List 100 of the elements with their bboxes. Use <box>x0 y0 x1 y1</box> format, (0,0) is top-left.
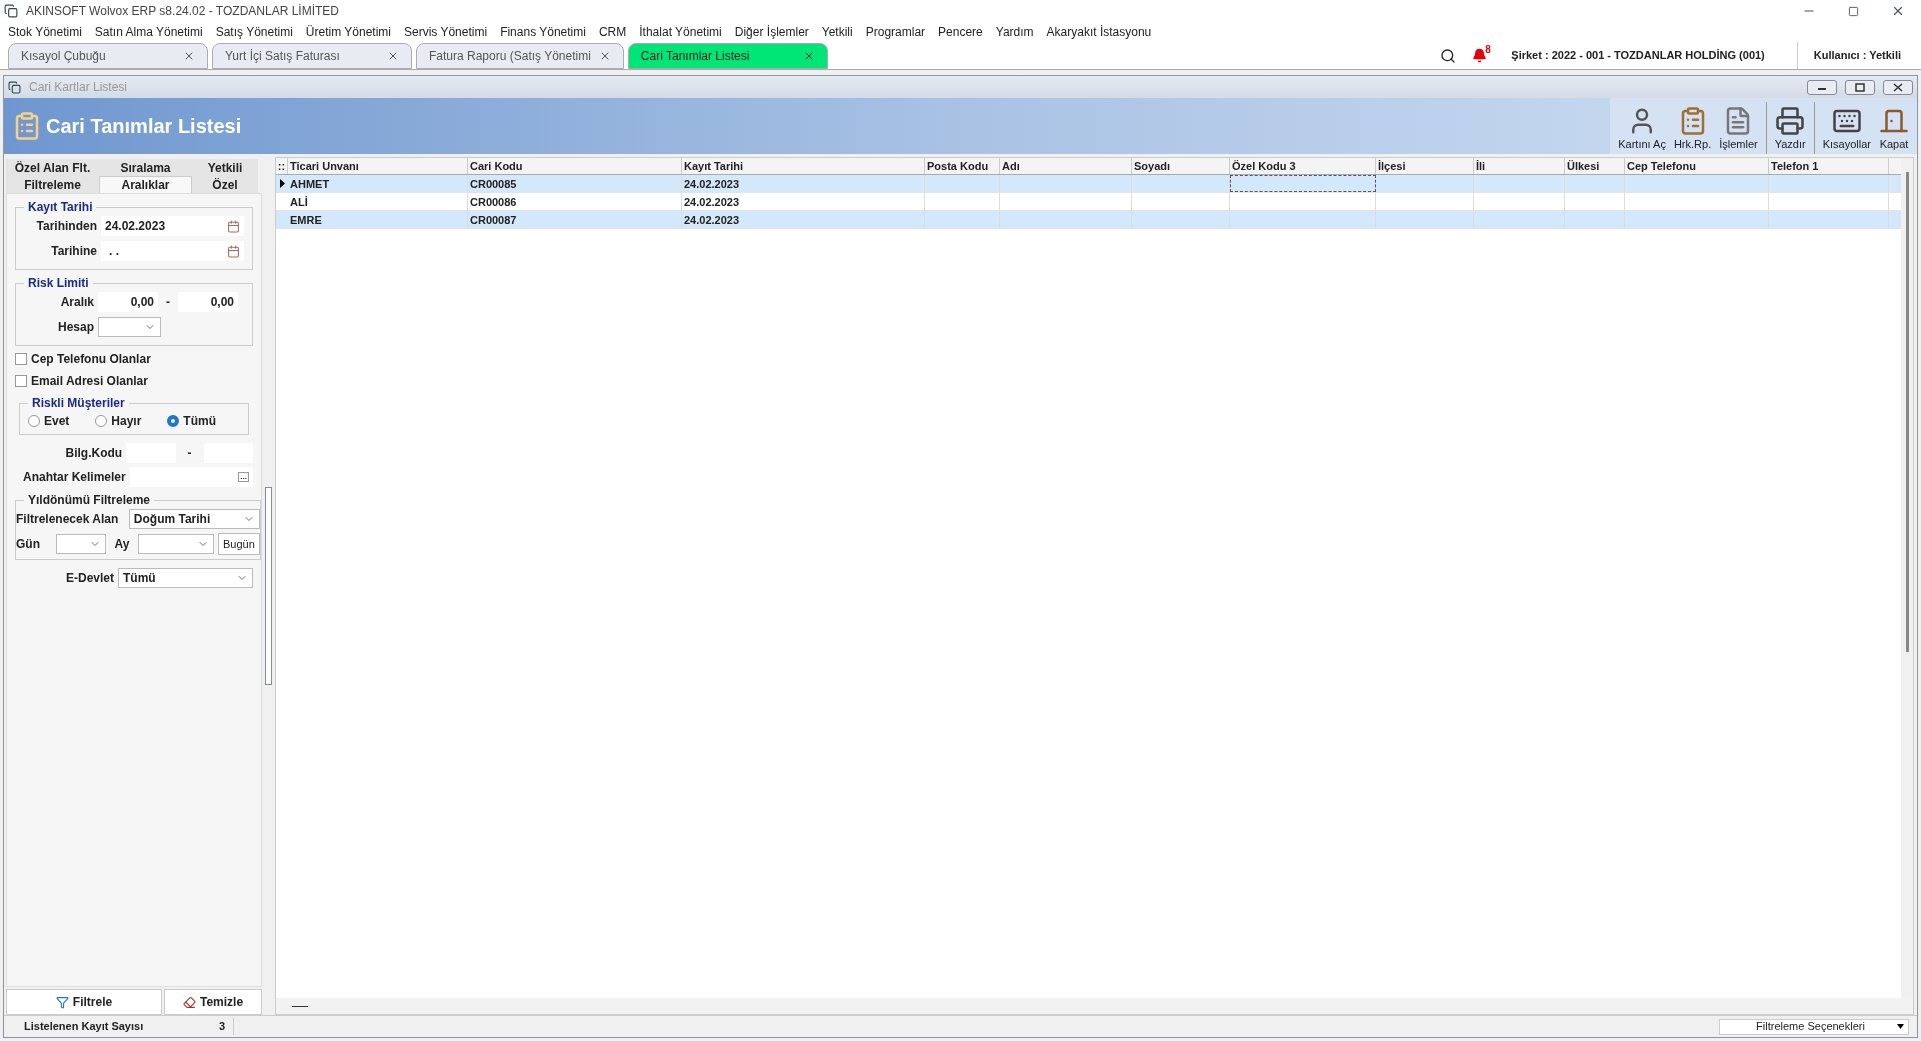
eraser-icon <box>182 995 196 1009</box>
company-label: Şirket : 2022 - 001 - TOZDANLAR HOLDİNG (001) <box>1511 42 1798 69</box>
field-label: Gün <box>16 536 41 553</box>
toolbar-button[interactable]: İşlemler <box>1715 102 1762 154</box>
menu-item[interactable]: Yardım <box>995 23 1034 41</box>
close-tab-icon[interactable] <box>387 50 399 62</box>
field-label: Ay <box>113 536 131 553</box>
column-header[interactable]: Cari Kodu <box>468 158 682 174</box>
filter-tab[interactable]: Sıralama <box>99 159 192 176</box>
column-header[interactable]: Soyadı <box>1132 158 1230 174</box>
grid-corner: :: <box>276 158 288 174</box>
menu-item[interactable]: Üretim Yönetimi <box>305 23 391 41</box>
scrollbar-thumb[interactable] <box>1905 172 1909 652</box>
menu-item[interactable]: Servis Yönetimi <box>403 23 488 41</box>
column-header[interactable]: Posta Kodu <box>925 158 1000 174</box>
radio-button[interactable] <box>167 415 180 427</box>
checkbox-label: Cep Telefonu Olanlar <box>31 351 151 368</box>
document-tab[interactable]: Yurt İçi Satış Faturası <box>212 43 412 69</box>
document-tab[interactable]: Cari Tanımlar Listesi <box>627 43 828 69</box>
table-row[interactable]: EMRE CR00087 24.02.2023 <box>276 211 1901 229</box>
column-header[interactable]: Özel Kodu 3 <box>1230 158 1376 174</box>
column-header[interactable]: Ticari Unvanı <box>288 158 468 174</box>
filter-tab[interactable]: Aralıklar <box>99 176 192 193</box>
header-title: Cari Tanımlar Listesi <box>46 114 242 139</box>
toolbar-button[interactable]: Kısayollar <box>1813 102 1875 154</box>
filter-options-dropdown[interactable]: Filtreleme Seçenekleri <box>1719 1018 1909 1035</box>
app-title: AKINSOFT Wolvox ERP s8.24.02 - TOZDANLAR LİMİTED <box>26 3 339 20</box>
toolbar-button[interactable]: Kartını Aç <box>1614 102 1670 154</box>
minimize-button[interactable] <box>1807 79 1837 95</box>
field-label: Aralık <box>59 294 94 311</box>
number-field[interactable]: 0,00 <box>178 292 238 312</box>
menu-item[interactable]: Diğer İşlemler <box>734 23 809 41</box>
column-header[interactable]: Telefon 1 <box>1769 158 1889 174</box>
column-header[interactable]: Cep Telefonu <box>1625 158 1769 174</box>
field-dropdown[interactable]: Doğum Tarihi <box>128 509 260 529</box>
toolbar-button[interactable]: Hrk.Rp. <box>1669 102 1716 154</box>
column-header[interactable]: Kayıt Tarihi <box>682 158 925 174</box>
notification-count: 8 <box>1485 43 1491 57</box>
toolbar-button[interactable]: Yazdır <box>1765 102 1810 154</box>
app-icon <box>4 4 18 18</box>
menu-item[interactable]: Stok Yönetimi <box>8 23 82 41</box>
document-tab[interactable]: Fatura Raporu (Satış Yönetimi <box>416 43 624 69</box>
table-row[interactable]: ALİ CR00086 24.02.2023 <box>276 193 1901 211</box>
field-label: Filtrelenecek Alan <box>16 511 119 528</box>
menu-item[interactable]: Akaryakıt İstasyonu <box>1046 23 1152 41</box>
checkbox-label: Email Adresi Olanlar <box>31 373 148 390</box>
column-header[interactable]: İli <box>1474 158 1565 174</box>
table-cell: 24.02.2023 <box>682 175 925 192</box>
filter-button[interactable]: Filtrele <box>6 989 162 1015</box>
calendar-icon[interactable] <box>227 244 240 258</box>
date-field[interactable]: . . <box>101 241 244 261</box>
menu-item[interactable]: CRM <box>598 23 627 41</box>
restore-icon[interactable] <box>1848 5 1859 17</box>
table-cell: EMRE <box>288 211 468 228</box>
menu-item[interactable]: Satın Alma Yönetimi <box>94 23 203 41</box>
menu-item[interactable]: İthalat Yönetimi <box>639 23 722 41</box>
close-tab-icon[interactable] <box>183 50 195 62</box>
column-header[interactable]: Ülkesi <box>1565 158 1625 174</box>
radio-button[interactable] <box>95 415 108 427</box>
date-field[interactable]: 24.02.2023 <box>101 216 244 236</box>
table-row[interactable]: AHMET CR00085 24.02.2023 <box>276 175 1901 193</box>
toolbar-button[interactable]: Kapat <box>1875 102 1913 154</box>
maximize-icon <box>1854 82 1866 92</box>
field-label: Tarihinden <box>36 218 97 235</box>
column-header[interactable]: İlçesi <box>1376 158 1474 174</box>
number-field[interactable]: 0,00 <box>98 292 158 312</box>
document-tab[interactable]: Kısayol Çubuğu <box>8 43 208 69</box>
section-title: Risk Limiti <box>27 275 90 292</box>
close-icon <box>1892 82 1904 92</box>
close-button[interactable] <box>1883 79 1913 95</box>
table-cell: 24.02.2023 <box>682 211 925 228</box>
maximize-button[interactable] <box>1845 79 1875 95</box>
search-icon[interactable] <box>1440 47 1457 64</box>
table-cell: CR00087 <box>468 211 682 228</box>
radio-label: Evet <box>44 413 70 430</box>
filter-tab[interactable]: Özel Alan Flt. <box>6 159 99 176</box>
column-header[interactable]: Adı <box>1000 158 1132 174</box>
menu-item[interactable]: Yetkili <box>821 23 853 41</box>
calendar-icon[interactable] <box>227 219 240 233</box>
radio-label: Hayır <box>111 413 142 430</box>
filter-tab[interactable]: Yetkili <box>192 159 258 176</box>
e-devlet-dropdown[interactable]: Tümü <box>118 568 253 588</box>
radio-button[interactable] <box>28 415 40 427</box>
checkbox[interactable] <box>15 353 27 365</box>
record-count: 3 <box>159 1018 234 1035</box>
menu-item[interactable]: Programlar <box>865 23 926 41</box>
filter-tab[interactable]: Filtreleme <box>6 176 99 193</box>
today-button[interactable]: Bugün <box>218 533 260 555</box>
table-cell: ALİ <box>288 193 468 210</box>
close-icon[interactable] <box>1891 4 1905 18</box>
filter-tab[interactable]: Özel <box>192 176 258 193</box>
menu-item[interactable]: Finans Yönetimi <box>500 23 586 41</box>
browse-button[interactable]: ... <box>238 472 249 482</box>
filter-icon <box>55 995 69 1009</box>
checkbox[interactable] <box>15 375 27 387</box>
menu-item[interactable]: Satış Yönetimi <box>215 23 293 41</box>
keywords-field[interactable]: ... <box>129 467 253 487</box>
splitter-handle[interactable] <box>265 487 272 685</box>
clear-button[interactable]: Temizle <box>164 989 262 1015</box>
menu-item[interactable]: Pencere <box>938 23 983 41</box>
